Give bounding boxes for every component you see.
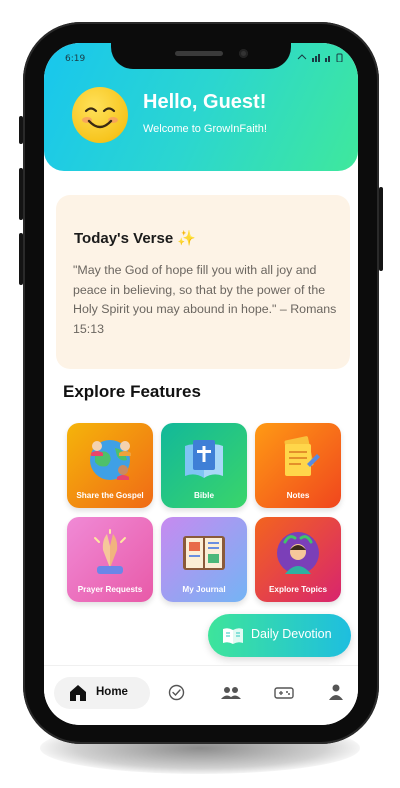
feature-tile-notes[interactable]: Notes: [255, 423, 341, 508]
praying-hands-icon: [94, 529, 126, 574]
feature-label: Share the Gospel: [76, 491, 144, 500]
person-icon[interactable]: [329, 684, 343, 700]
feature-label: Explore Topics: [268, 585, 328, 594]
todays-verse-card[interactable]: Today's Verse ✨ "May the God of hope fil…: [56, 195, 350, 369]
bible-book-icon: [185, 440, 223, 478]
bottom-navigation: Home: [44, 665, 358, 725]
speaker-grille: [175, 51, 223, 56]
status-icons: [296, 53, 344, 64]
feature-tile-share-gospel[interactable]: Share the Gospel: [67, 423, 153, 508]
notes-icon: [284, 436, 320, 476]
daily-devotion-label: Daily Devotion: [251, 627, 332, 641]
welcome-subtitle: Welcome to GrowInFaith!: [143, 123, 267, 135]
group-icon[interactable]: [221, 686, 241, 700]
volume-down-button: [19, 233, 23, 285]
feature-label: Prayer Requests: [77, 585, 143, 594]
greeting-title: Hello, Guest!: [143, 91, 267, 113]
book-open-icon: [223, 628, 243, 644]
journal-icon: [183, 536, 225, 570]
feature-label: My Journal: [182, 585, 226, 594]
nav-home-label: Home: [96, 686, 128, 698]
verse-text: "May the God of hope fill you with all j…: [73, 263, 337, 336]
feature-tile-prayer-requests[interactable]: Prayer Requests: [67, 517, 153, 602]
power-button: [379, 187, 383, 271]
status-time: 6:19: [65, 54, 86, 64]
feature-label: Notes: [286, 491, 310, 500]
front-camera: [239, 49, 248, 58]
feature-tile-bible[interactable]: Bible: [161, 423, 247, 508]
feature-tile-explore-topics[interactable]: Explore Topics: [255, 517, 341, 602]
verse-title: Today's Verse ✨: [74, 230, 197, 247]
daily-devotion-button[interactable]: Daily Devotion: [208, 614, 351, 657]
smiley-face-icon: [72, 87, 128, 143]
explore-person-icon: [277, 532, 319, 574]
app-screen: 6:19 Hello, Guest! Welcome to GrowInFait…: [44, 43, 358, 725]
gamepad-icon[interactable]: [274, 687, 294, 699]
globe-people-icon: [90, 440, 131, 480]
check-circle-icon[interactable]: [168, 684, 185, 701]
volume-up-button: [19, 168, 23, 220]
home-icon: [70, 685, 86, 701]
side-button: [19, 116, 23, 144]
feature-label: Bible: [193, 491, 215, 500]
explore-features-title: Explore Features: [63, 382, 201, 401]
phone-notch: [111, 43, 291, 69]
nav-item-home[interactable]: Home: [54, 677, 150, 709]
feature-tile-my-journal[interactable]: My Journal: [161, 517, 247, 602]
